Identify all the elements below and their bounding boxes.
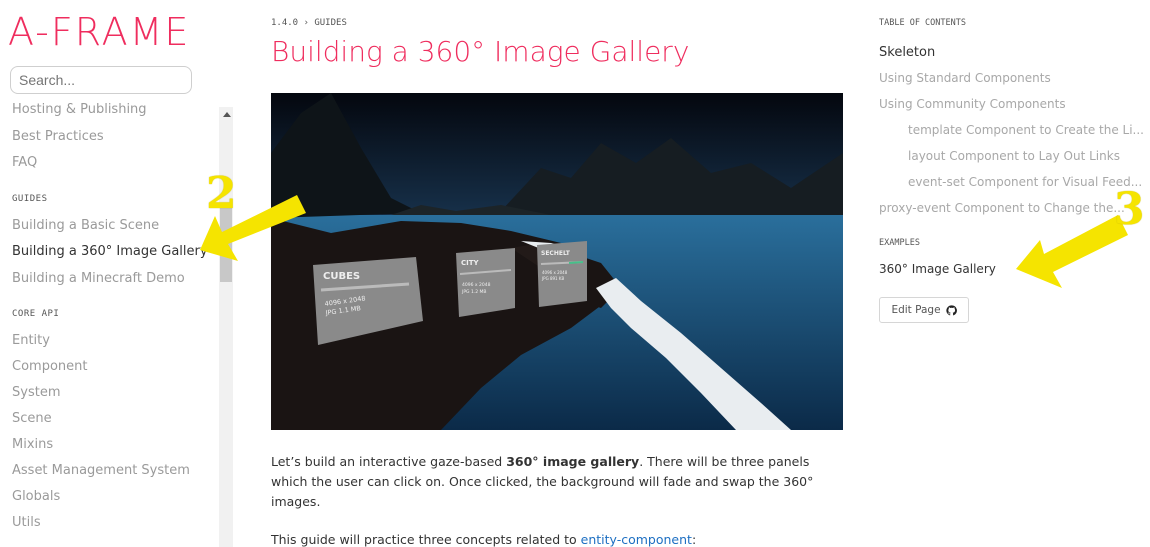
toc-item-skeleton[interactable]: Skeleton bbox=[879, 45, 935, 60]
github-icon bbox=[945, 304, 957, 315]
example-360-gallery-link[interactable]: 360° Image Gallery bbox=[879, 262, 996, 276]
toc-item-event-set-component[interactable]: event-set Component for Visual Feed... bbox=[908, 175, 1142, 189]
panel-sechelt-line2: JPG 891 KB bbox=[541, 276, 564, 281]
sidebar-item-component[interactable]: Component bbox=[12, 359, 87, 374]
page-title: Building a 360° Image Gallery bbox=[271, 35, 690, 68]
toc-item-layout-component[interactable]: layout Component to Lay Out Links bbox=[908, 149, 1120, 163]
edit-page-label: Edit Page bbox=[891, 304, 941, 316]
entity-component-link[interactable]: entity-component bbox=[581, 532, 692, 547]
sidebar-item-basic-scene[interactable]: Building a Basic Scene bbox=[12, 218, 159, 233]
sidebar-heading-core-api: CORE API bbox=[12, 309, 60, 319]
hero-scene-illustration: CUBES 4096 x 2048 JPG 1.1 MB CITY 4096 x… bbox=[271, 93, 843, 430]
table-of-contents: TABLE OF CONTENTS Skeleton Using Standar… bbox=[879, 0, 1150, 547]
panel-city-line1: 4096 x 2048 bbox=[462, 282, 491, 288]
panel-sechelt-line1: 4096 x 2048 bbox=[542, 270, 568, 275]
logo[interactable]: A-FRAME bbox=[8, 10, 190, 54]
sidebar-item-minecraft-demo[interactable]: Building a Minecraft Demo bbox=[12, 271, 185, 286]
intro-text-a: Let’s build an interactive gaze-based bbox=[271, 454, 507, 469]
panel-sechelt-title: SECHELT bbox=[541, 250, 571, 257]
intro-text-line2: which the user can click on. Once clicke… bbox=[271, 474, 814, 489]
sidebar-item-best-practices[interactable]: Best Practices bbox=[12, 129, 104, 144]
sidebar: A-FRAME Hosting & Publishing Best Practi… bbox=[0, 0, 235, 547]
toc-item-template-component[interactable]: template Component to Create the Li... bbox=[908, 123, 1144, 137]
intro-text-line3: images. bbox=[271, 494, 321, 509]
concepts-text-a: This guide will practice three concepts … bbox=[271, 532, 581, 547]
sidebar-scrollbar[interactable] bbox=[219, 107, 233, 547]
sidebar-nav: Hosting & Publishing Best Practices FAQ … bbox=[12, 98, 217, 547]
toc-item-standard-components[interactable]: Using Standard Components bbox=[879, 71, 1051, 85]
sidebar-item-system[interactable]: System bbox=[12, 385, 60, 400]
scroll-up-arrow-icon[interactable] bbox=[223, 112, 231, 117]
main-content: 1.4.0 › GUIDES Building a 360° Image Gal… bbox=[271, 0, 851, 547]
gallery-panel-city[interactable]: CITY 4096 x 2048 JPG 1.2 MB bbox=[456, 248, 515, 317]
intro-text-bold: 360° image gallery bbox=[506, 454, 640, 469]
sidebar-scrollbar-thumb[interactable] bbox=[220, 206, 232, 282]
sidebar-item-scene[interactable]: Scene bbox=[12, 411, 52, 426]
sidebar-item-globals[interactable]: Globals bbox=[12, 489, 60, 504]
panel-city-title: CITY bbox=[461, 259, 480, 267]
intro-text-c: . There will be three panels bbox=[639, 454, 810, 469]
panel-cubes-title: CUBES bbox=[323, 271, 360, 282]
concepts-text-b: : bbox=[691, 532, 697, 547]
toc-item-proxy-event-component[interactable]: proxy-event Component to Change the... bbox=[879, 201, 1125, 215]
search-input[interactable] bbox=[10, 66, 192, 94]
sidebar-item-asset-management[interactable]: Asset Management System bbox=[12, 463, 190, 478]
sidebar-item-entity[interactable]: Entity bbox=[12, 333, 50, 348]
intro-paragraph: Let’s build an interactive gaze-based 36… bbox=[271, 452, 831, 512]
sidebar-heading-guides: GUIDES bbox=[12, 194, 48, 204]
gallery-panel-sechelt[interactable]: SECHELT 4096 x 2048 JPG 891 KB bbox=[537, 241, 587, 307]
hero-image: CUBES 4096 x 2048 JPG 1.1 MB CITY 4096 x… bbox=[271, 93, 843, 430]
panel-city-line2: JPG 1.2 MB bbox=[461, 289, 487, 295]
sidebar-item-mixins[interactable]: Mixins bbox=[12, 437, 53, 452]
concepts-paragraph: This guide will practice three concepts … bbox=[271, 530, 831, 547]
sidebar-item-utils[interactable]: Utils bbox=[12, 515, 41, 530]
toc-heading: TABLE OF CONTENTS bbox=[879, 18, 966, 28]
edit-page-button[interactable]: Edit Page bbox=[879, 297, 969, 323]
sidebar-item-faq[interactable]: FAQ bbox=[12, 155, 37, 170]
toc-item-community-components[interactable]: Using Community Components bbox=[879, 97, 1066, 111]
sidebar-item-image-gallery[interactable]: Building a 360° Image Gallery bbox=[12, 244, 208, 259]
breadcrumb: 1.4.0 › GUIDES bbox=[271, 18, 347, 28]
sidebar-item-hosting[interactable]: Hosting & Publishing bbox=[12, 102, 147, 117]
examples-heading: EXAMPLES bbox=[879, 238, 920, 248]
